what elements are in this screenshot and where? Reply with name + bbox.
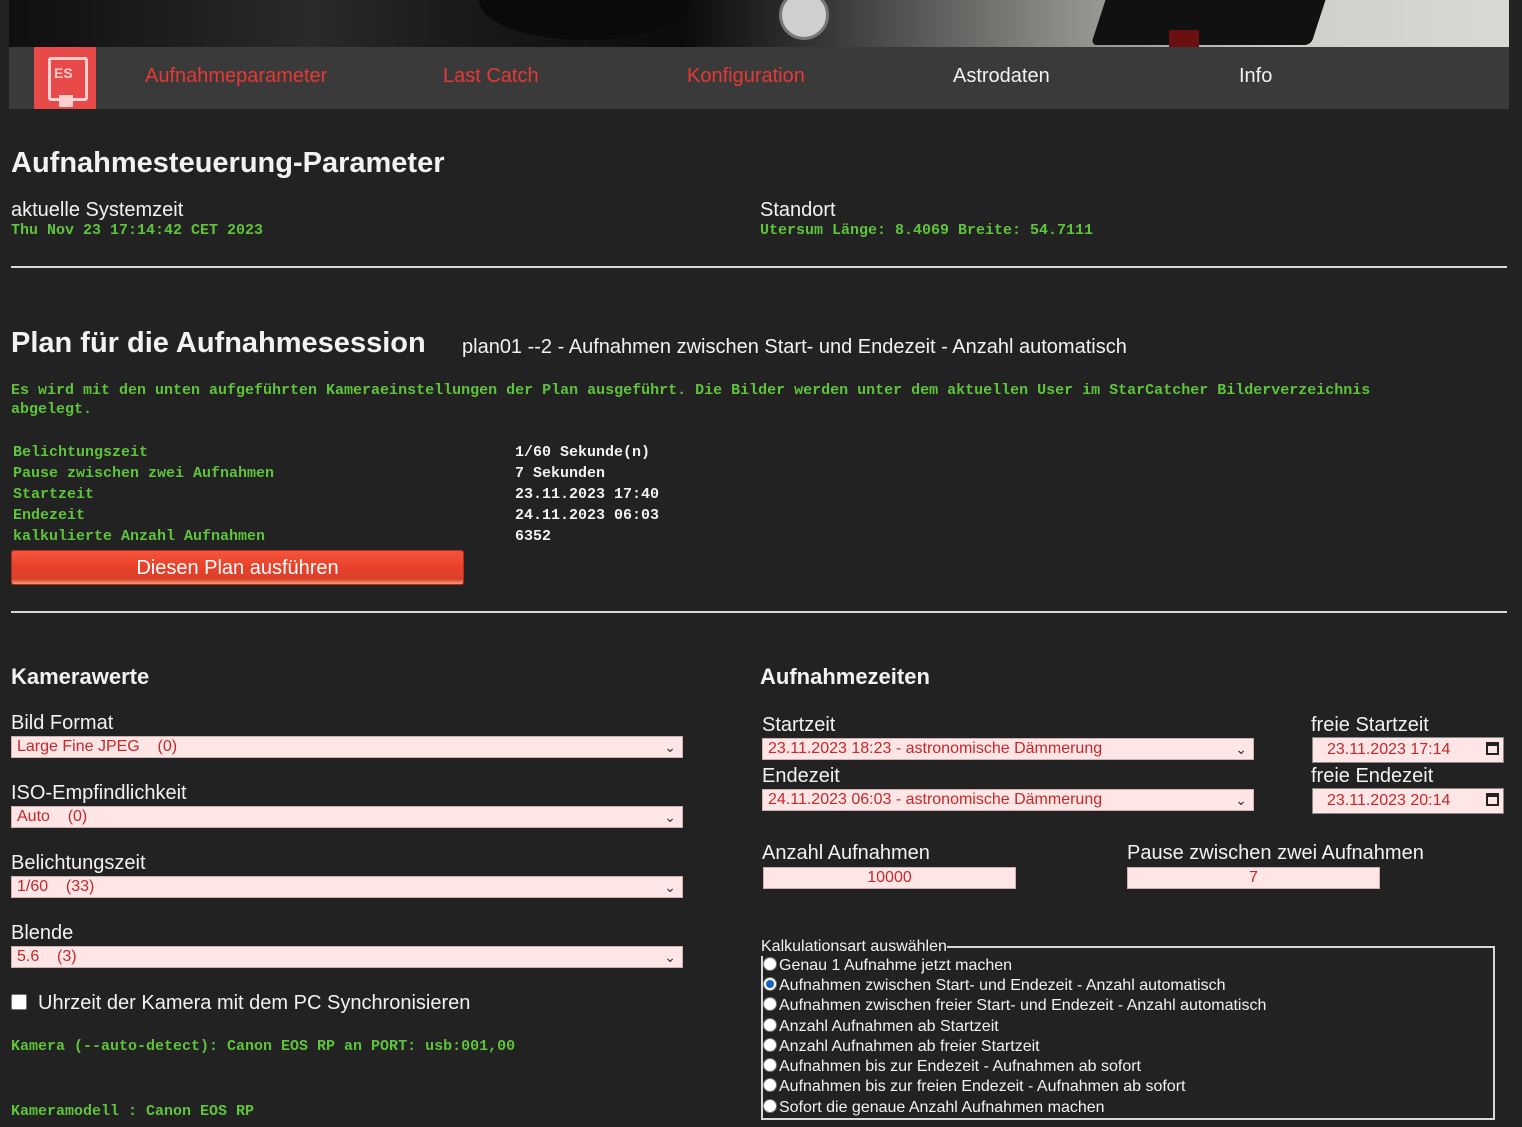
aperture-select[interactable]: 5.6 (3) ⌄ bbox=[11, 946, 683, 968]
calc-option[interactable]: Anzahl Aufnahmen ab Startzeit bbox=[763, 1018, 999, 1036]
free-start-label: freie Startzeit bbox=[1311, 714, 1429, 736]
end-select[interactable]: 24.11.2023 06:03 - astronomische Dämmeru… bbox=[762, 789, 1254, 811]
calc-option[interactable]: Aufnahmen zwischen Start- und Endezeit -… bbox=[763, 977, 1225, 995]
calc-option[interactable]: Genau 1 Aufnahme jetzt machen bbox=[763, 957, 1012, 975]
start-label: Startzeit bbox=[762, 714, 836, 736]
calc-option[interactable]: Anzahl Aufnahmen ab freier Startzeit bbox=[763, 1038, 1040, 1056]
plan-summary-table: Belichtungszeit 1/60 Sekunde(n) Pause zwi… bbox=[13, 444, 713, 549]
free-end-input[interactable]: 23.11.2023 20:14 bbox=[1312, 788, 1504, 814]
pause-input[interactable]: 7 bbox=[1127, 867, 1380, 889]
chevron-down-icon: ⌄ bbox=[664, 739, 676, 755]
camera-detect-text: Kamera (--auto-detect): Canon EOS RP an … bbox=[11, 1038, 516, 1055]
exposure-label: Belichtungszeit bbox=[11, 852, 146, 874]
main-nav: ES Aufnahmeparameter Last Catch Konfigur… bbox=[9, 47, 1509, 109]
end-label: Endezeit bbox=[762, 765, 840, 787]
plan-row: Endezeit 24.11.2023 06:03 bbox=[13, 507, 660, 524]
run-plan-button[interactable]: Diesen Plan ausführen bbox=[11, 550, 464, 585]
calc-option[interactable]: Aufnahmen zwischen freier Start- und End… bbox=[763, 997, 1266, 1015]
format-label: Bild Format bbox=[11, 712, 114, 734]
location-label: Standort bbox=[760, 199, 836, 221]
systime-label: aktuelle Systemzeit bbox=[11, 199, 184, 221]
pause-label: Pause zwischen zwei Aufnahmen bbox=[1127, 842, 1424, 864]
count-input[interactable]: 10000 bbox=[763, 867, 1016, 889]
chevron-down-icon: ⌄ bbox=[664, 949, 676, 965]
starcatcher-logo[interactable]: ES bbox=[34, 47, 96, 109]
page-title: Aufnahmesteuerung-Parameter bbox=[11, 147, 445, 179]
format-select[interactable]: Large Fine JPEG (0) ⌄ bbox=[11, 736, 683, 758]
sync-time-label: Uhrzeit der Kamera mit dem PC Synchronis… bbox=[38, 992, 471, 1014]
iso-label: ISO-Empfindlichkeit bbox=[11, 782, 187, 804]
count-label: Anzahl Aufnahmen bbox=[762, 842, 930, 864]
chevron-down-icon: ⌄ bbox=[1235, 741, 1247, 757]
iso-select[interactable]: Auto (0) ⌄ bbox=[11, 806, 683, 828]
radio-button[interactable] bbox=[763, 977, 777, 991]
radio-button[interactable] bbox=[763, 1058, 777, 1072]
free-start-input[interactable]: 23.11.2023 17:14 bbox=[1312, 737, 1504, 763]
plan-row: Pause zwischen zwei Aufnahmen 7 Sekunden bbox=[13, 465, 606, 482]
nav-astrodaten[interactable]: Astrodaten bbox=[953, 65, 1050, 88]
radio-button[interactable] bbox=[763, 1099, 777, 1113]
chevron-down-icon: ⌄ bbox=[1235, 792, 1247, 808]
sync-time-checkbox[interactable] bbox=[11, 994, 27, 1010]
plan-row: Startzeit 23.11.2023 17:40 bbox=[13, 486, 660, 503]
radio-button[interactable] bbox=[763, 1078, 777, 1092]
camera-model-text: Kameramodell : Canon EOS RP bbox=[11, 1103, 255, 1120]
free-end-label: freie Endezeit bbox=[1311, 765, 1434, 787]
divider bbox=[11, 611, 1507, 613]
plan-title: Plan für die Aufnahmesession bbox=[11, 327, 426, 359]
plan-row: kalkulierte Anzahl Aufnahmen 6352 bbox=[13, 528, 552, 545]
plan-subtitle: plan01 --2 - Aufnahmen zwischen Start- u… bbox=[462, 336, 1127, 358]
aperture-label: Blende bbox=[11, 922, 74, 944]
calc-option[interactable]: Aufnahmen bis zur freien Endezeit - Aufn… bbox=[763, 1078, 1185, 1096]
chevron-down-icon: ⌄ bbox=[664, 809, 676, 825]
location-value: Utersum Länge: 8.4069 Breite: 54.7111 bbox=[760, 222, 1094, 239]
plan-info-text: Es wird mit den unten aufgeführten Kamer… bbox=[11, 382, 1371, 418]
calc-option[interactable]: Aufnahmen bis zur Endezeit - Aufnahmen a… bbox=[763, 1058, 1141, 1076]
calc-option[interactable]: Sofort die genaue Anzahl Aufnahmen mache… bbox=[763, 1099, 1105, 1117]
radio-button[interactable] bbox=[763, 1018, 777, 1032]
divider bbox=[11, 266, 1507, 268]
times-section-title: Aufnahmezeiten bbox=[760, 664, 930, 689]
start-select[interactable]: 23.11.2023 18:23 - astronomische Dämmeru… bbox=[762, 738, 1254, 760]
header-banner-image bbox=[9, 0, 1509, 47]
exposure-select[interactable]: 1/60 (33) ⌄ bbox=[11, 876, 683, 898]
radio-button[interactable] bbox=[763, 957, 777, 971]
calc-mode-legend: Kalkulationsart auswählen bbox=[761, 938, 947, 955]
calendar-icon[interactable] bbox=[1486, 742, 1499, 755]
nav-konfiguration[interactable]: Konfiguration bbox=[687, 65, 805, 88]
plan-row: Belichtungszeit 1/60 Sekunde(n) bbox=[13, 444, 651, 461]
nav-aufnahmeparameter[interactable]: Aufnahmeparameter bbox=[145, 65, 327, 88]
nav-info[interactable]: Info bbox=[1239, 65, 1272, 88]
chevron-down-icon: ⌄ bbox=[664, 879, 676, 895]
systime-value: Thu Nov 23 17:14:42 CET 2023 bbox=[11, 222, 264, 239]
camera-section-title: Kamerawerte bbox=[11, 664, 150, 689]
radio-button[interactable] bbox=[763, 1038, 777, 1052]
nav-last-catch[interactable]: Last Catch bbox=[443, 65, 539, 88]
radio-button[interactable] bbox=[763, 997, 777, 1011]
calendar-icon[interactable] bbox=[1486, 793, 1499, 806]
